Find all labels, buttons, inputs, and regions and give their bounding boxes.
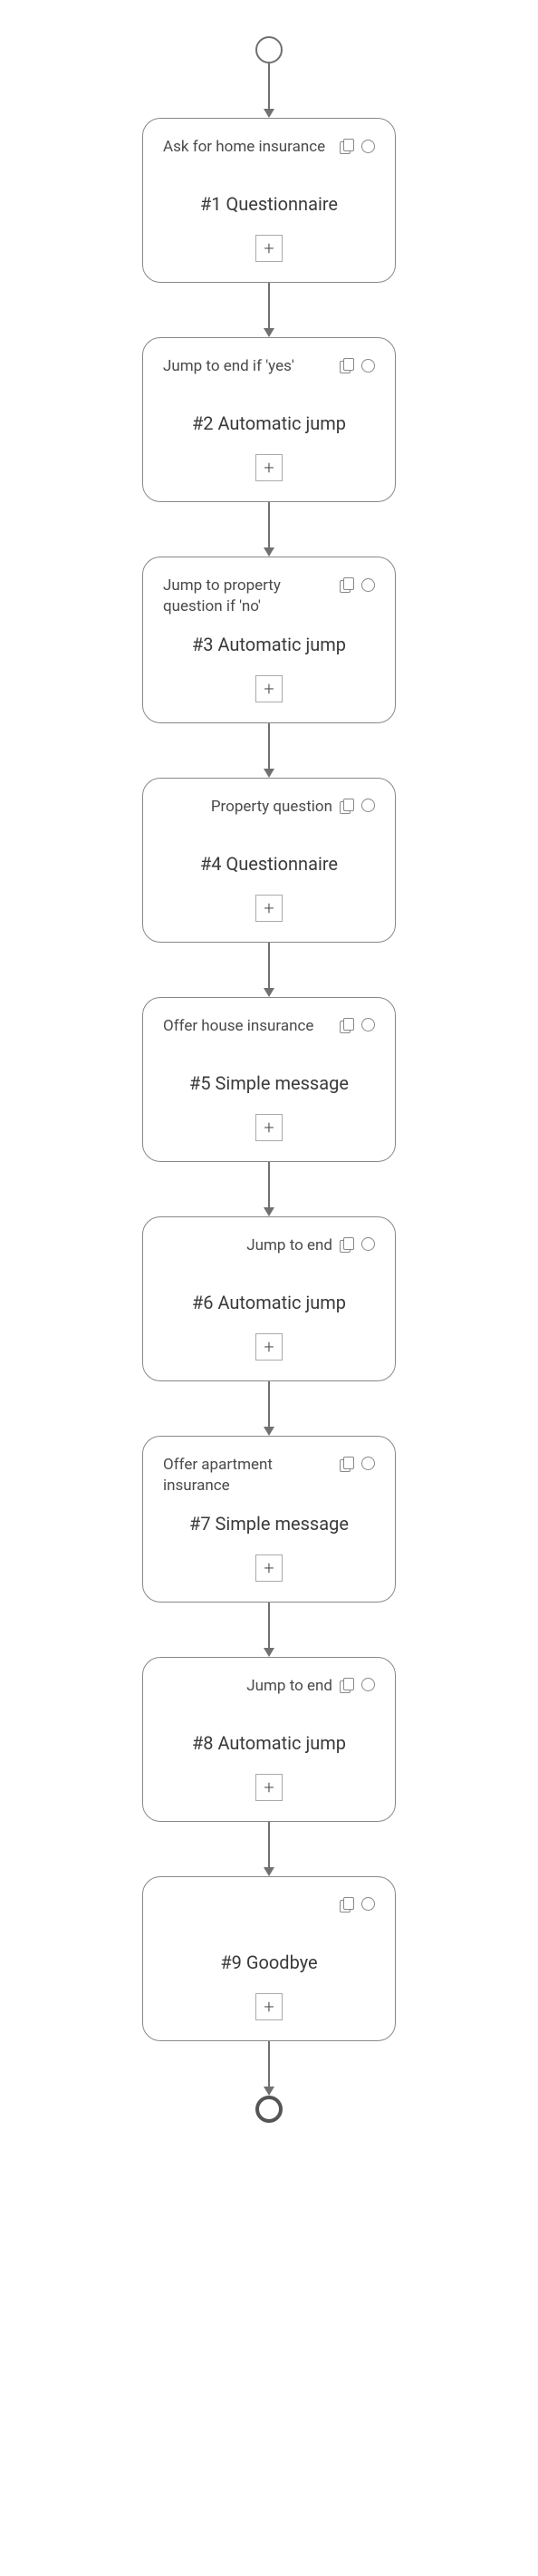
circle-icon[interactable]: [361, 578, 375, 592]
connector-arrow: [264, 1822, 274, 1876]
flow-node[interactable]: Ask for home insurance #1 Questionnaire +: [142, 118, 396, 283]
node-title: Property question: [163, 797, 340, 818]
connector-arrow: [264, 1162, 274, 1216]
circle-icon[interactable]: [361, 359, 375, 373]
connector-arrow: [264, 1603, 274, 1657]
connector-arrow: [264, 943, 274, 997]
node-title: Offer house insurance: [163, 1016, 340, 1037]
circle-icon[interactable]: [361, 140, 375, 153]
flow-node[interactable]: Jump to end if 'yes' #2 Automatic jump +: [142, 337, 396, 502]
node-subtitle: #3 Automatic jump: [163, 634, 375, 655]
copy-icon[interactable]: [340, 799, 354, 813]
copy-icon[interactable]: [340, 1678, 354, 1692]
node-title: Jump to property question if 'no': [163, 576, 340, 617]
flow-node[interactable]: Jump to end #8 Automatic jump +: [142, 1657, 396, 1822]
copy-icon[interactable]: [340, 577, 354, 592]
flow-node[interactable]: Jump to property question if 'no' #3 Auto…: [142, 557, 396, 723]
node-subtitle: #1 Questionnaire: [163, 193, 375, 215]
flow-node[interactable]: Offer apartment insurance #7 Simple messa…: [142, 1436, 396, 1603]
expand-button[interactable]: +: [255, 1774, 283, 1801]
start-node: [255, 36, 283, 63]
node-subtitle: #4 Questionnaire: [163, 853, 375, 875]
expand-button[interactable]: +: [255, 235, 283, 262]
circle-icon[interactable]: [361, 1018, 375, 1031]
flow-node[interactable]: Property question #4 Questionnaire +: [142, 778, 396, 943]
expand-button[interactable]: +: [255, 454, 283, 481]
expand-button[interactable]: +: [255, 1993, 283, 2020]
connector-arrow: [264, 2041, 274, 2096]
node-subtitle: #8 Automatic jump: [163, 1732, 375, 1754]
copy-icon[interactable]: [340, 1457, 354, 1471]
copy-icon[interactable]: [340, 1237, 354, 1252]
node-title: Jump to end if 'yes': [163, 356, 340, 377]
node-subtitle: #9 Goodbye: [163, 1951, 375, 1973]
node-title: Ask for home insurance: [163, 137, 340, 158]
circle-icon[interactable]: [361, 1897, 375, 1911]
node-title: Jump to end: [163, 1676, 340, 1697]
connector-arrow: [264, 1381, 274, 1436]
circle-icon[interactable]: [361, 799, 375, 812]
flow-node[interactable]: Offer house insurance #5 Simple message +: [142, 997, 396, 1162]
expand-button[interactable]: +: [255, 1554, 283, 1582]
connector-arrow: [264, 723, 274, 778]
circle-icon[interactable]: [361, 1457, 375, 1470]
circle-icon[interactable]: [361, 1237, 375, 1251]
connector-arrow: [264, 283, 274, 337]
flow-node[interactable]: #9 Goodbye +: [142, 1876, 396, 2041]
end-node: [255, 2096, 283, 2123]
expand-button[interactable]: +: [255, 1333, 283, 1361]
node-title: Offer apartment insurance: [163, 1455, 340, 1496]
copy-icon[interactable]: [340, 1018, 354, 1032]
copy-icon[interactable]: [340, 358, 354, 373]
node-title: Jump to end: [163, 1235, 340, 1256]
node-subtitle: #6 Automatic jump: [163, 1292, 375, 1313]
flow-node[interactable]: Jump to end #6 Automatic jump +: [142, 1216, 396, 1381]
expand-button[interactable]: +: [255, 895, 283, 922]
connector-arrow: [264, 63, 274, 118]
circle-icon[interactable]: [361, 1678, 375, 1691]
node-subtitle: #2 Automatic jump: [163, 412, 375, 434]
expand-button[interactable]: +: [255, 675, 283, 702]
node-subtitle: #7 Simple message: [163, 1513, 375, 1535]
copy-icon[interactable]: [340, 139, 354, 153]
copy-icon[interactable]: [340, 1897, 354, 1912]
connector-arrow: [264, 502, 274, 557]
expand-button[interactable]: +: [255, 1114, 283, 1141]
node-subtitle: #5 Simple message: [163, 1072, 375, 1094]
